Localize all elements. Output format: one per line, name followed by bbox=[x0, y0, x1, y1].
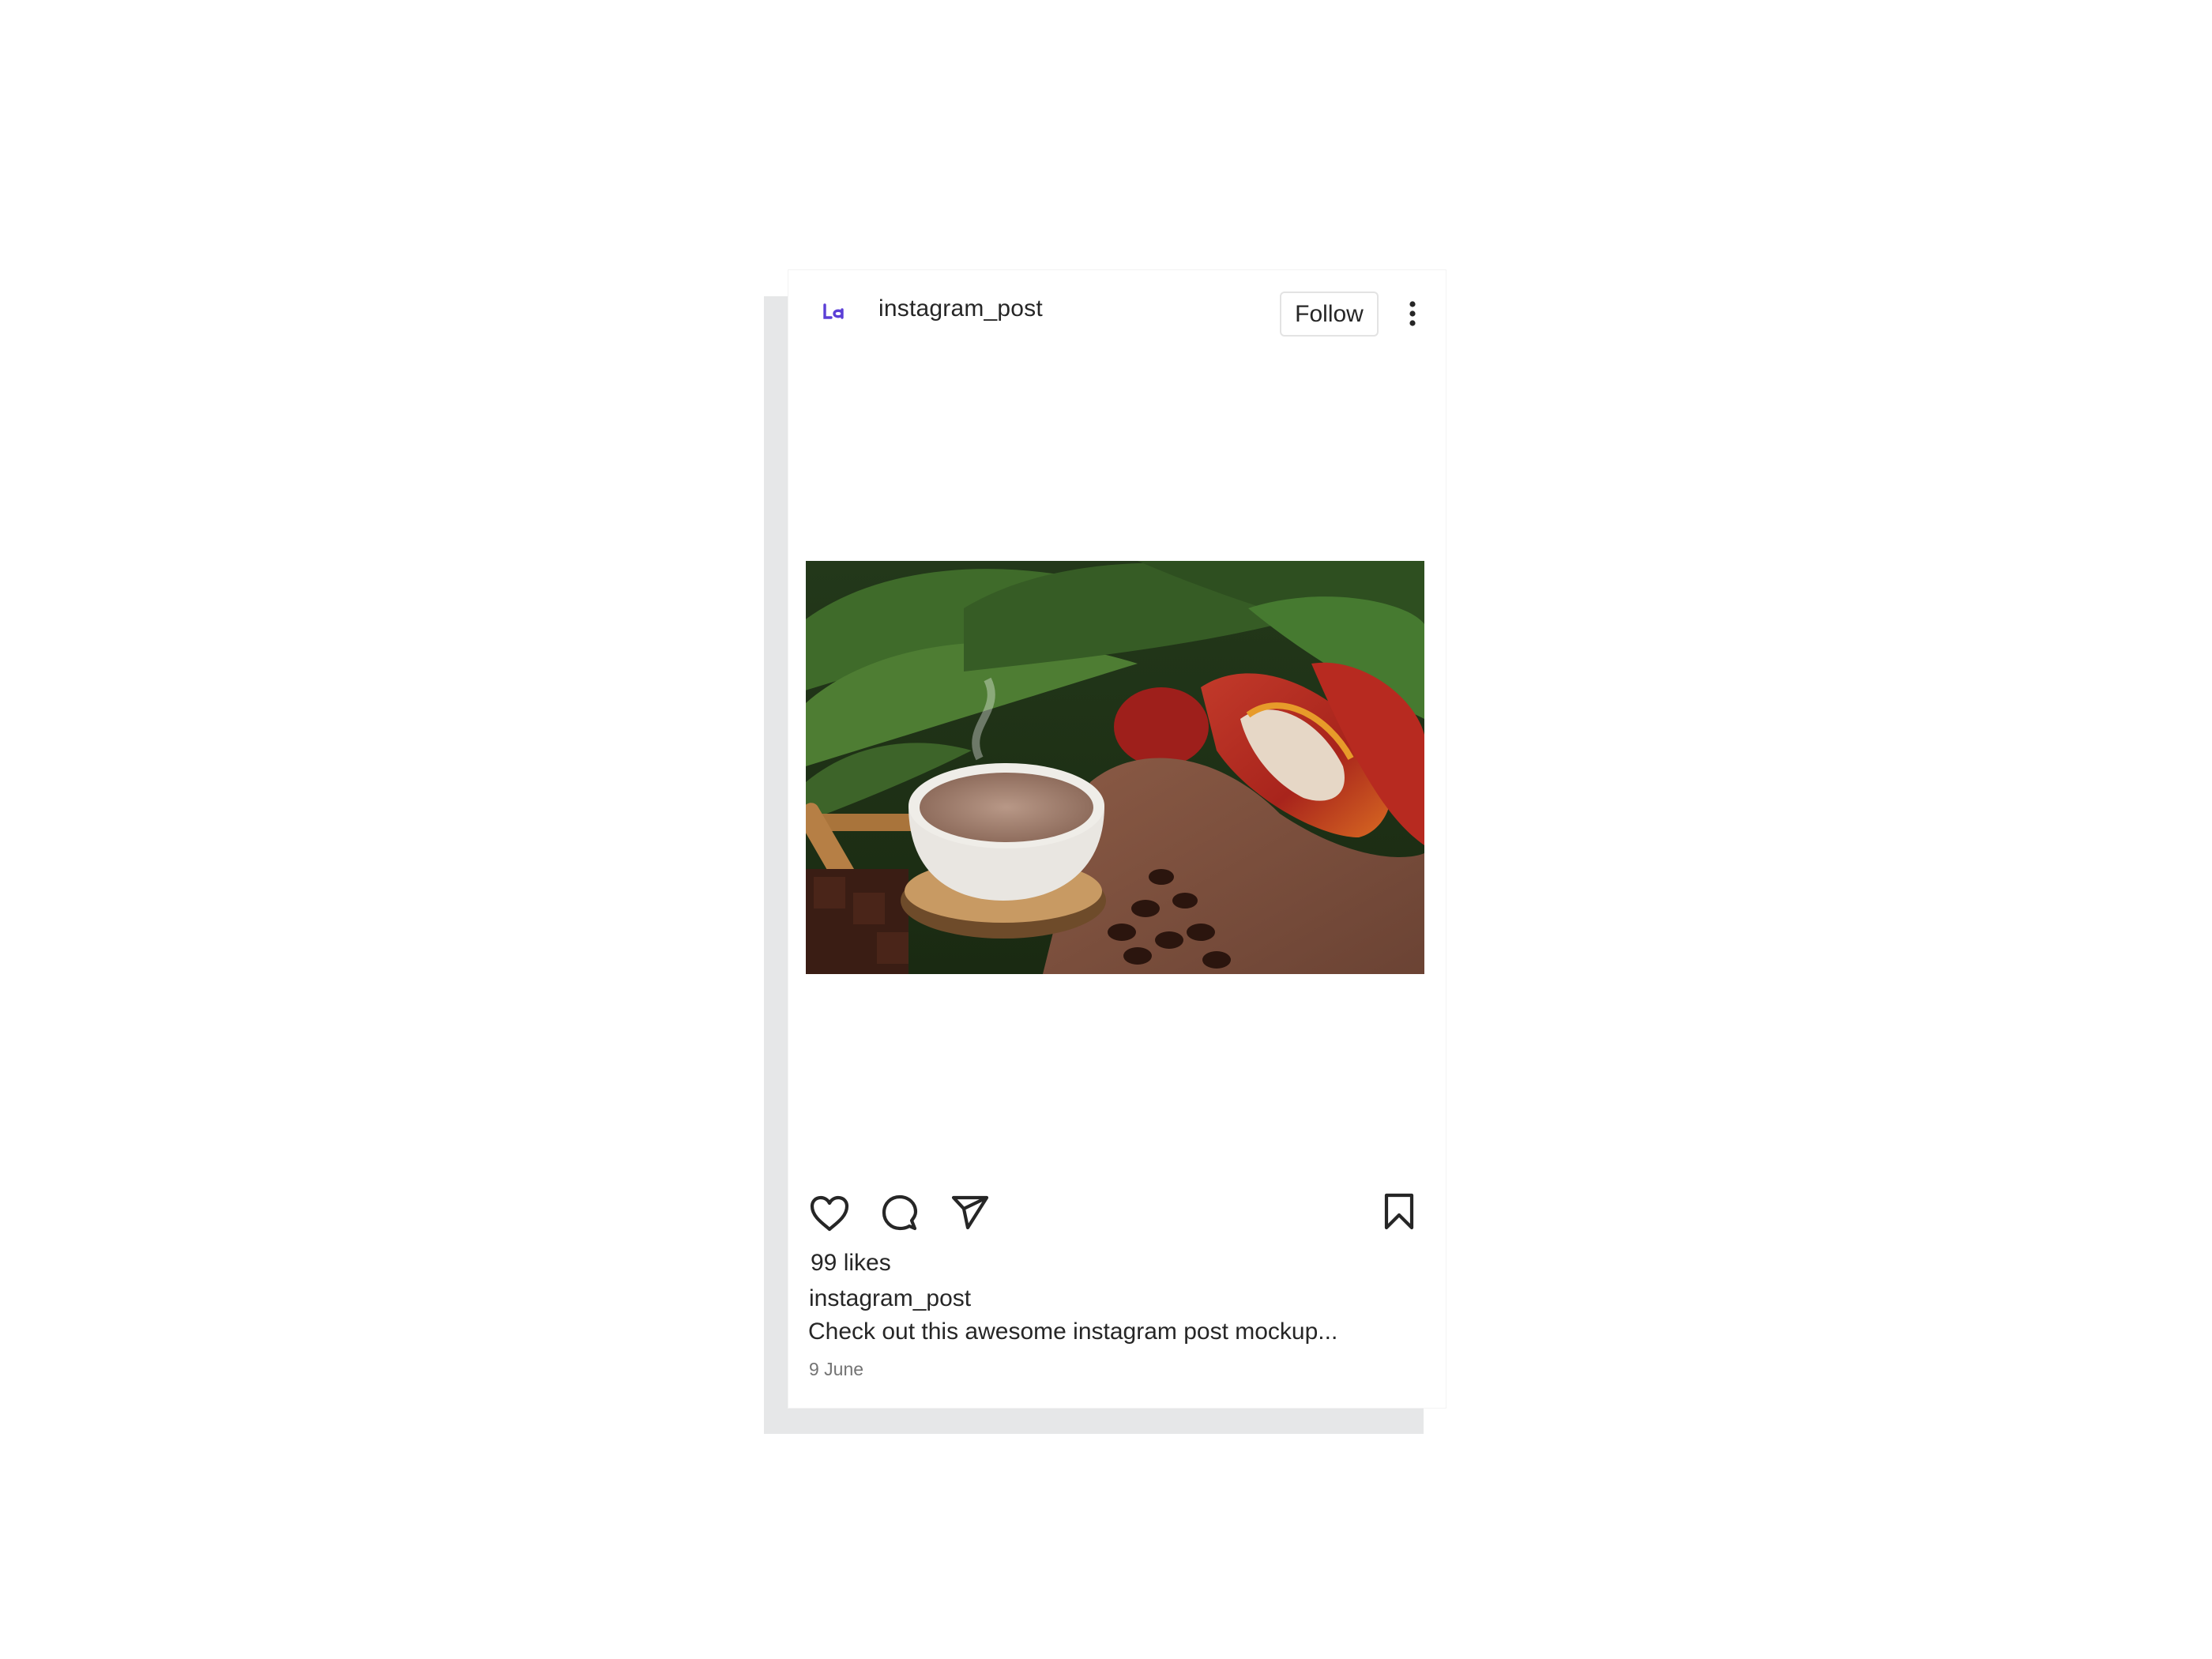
page: instagram_post Follow 99 likes instagram… bbox=[0, 0, 2212, 1659]
post-username[interactable]: instagram_post bbox=[878, 295, 1043, 322]
likes-count[interactable]: 99 likes bbox=[811, 1250, 891, 1277]
caption-text: Check out this awesome instagram post mo… bbox=[808, 1319, 1338, 1345]
heart-icon[interactable] bbox=[807, 1191, 852, 1236]
caption-username[interactable]: instagram_post bbox=[809, 1285, 971, 1312]
post-card: instagram_post Follow 99 likes instagram… bbox=[788, 269, 1446, 1409]
comment-icon[interactable] bbox=[878, 1191, 922, 1236]
follow-button[interactable]: Follow bbox=[1280, 292, 1379, 337]
bookmark-icon[interactable] bbox=[1377, 1190, 1421, 1234]
post-date: 9 June bbox=[809, 1359, 864, 1379]
send-icon[interactable] bbox=[948, 1190, 992, 1234]
more-vertical-icon[interactable] bbox=[1397, 298, 1428, 329]
post-image[interactable] bbox=[806, 561, 1424, 974]
post-header: instagram_post Follow bbox=[788, 270, 1446, 353]
logo-icon[interactable] bbox=[822, 302, 845, 324]
